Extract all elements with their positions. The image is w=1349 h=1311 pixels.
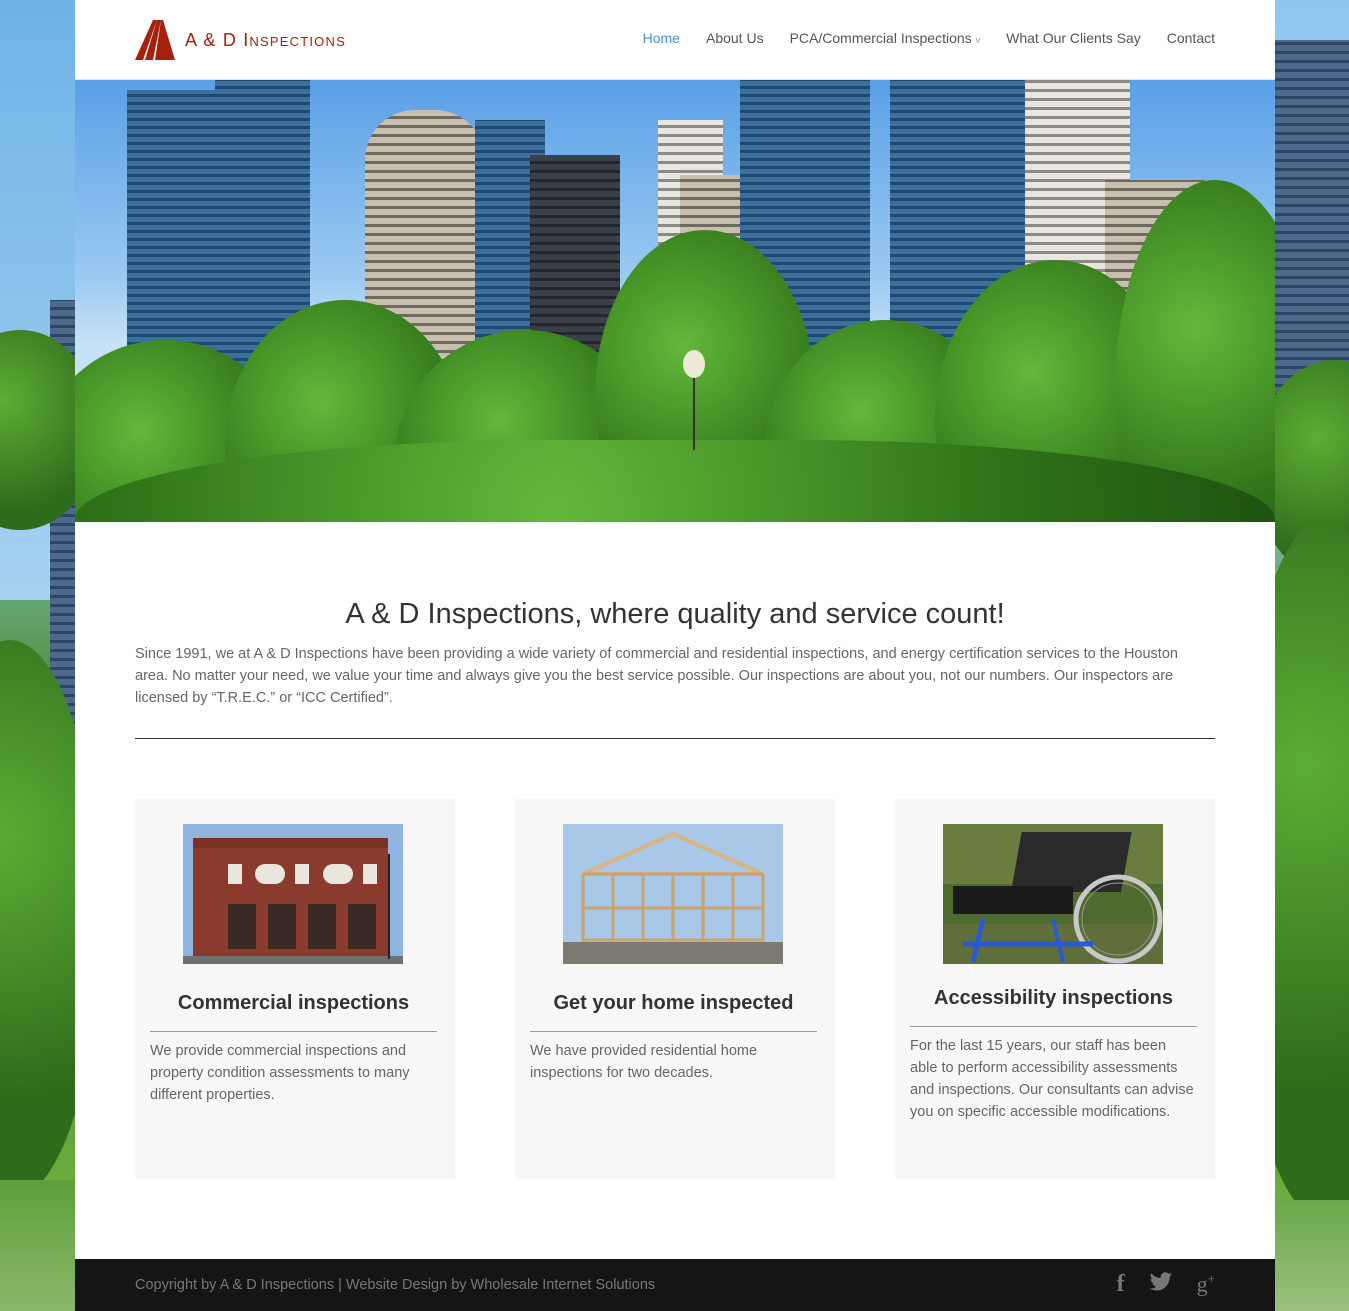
- site-header: A & D Inspections Home About Us PCA/Comm…: [75, 0, 1275, 80]
- card-rule: [910, 1026, 1197, 1027]
- main-navigation: Home About Us PCA/Commercial Inspections…: [643, 30, 1215, 46]
- intro-paragraph: Since 1991, we at A & D Inspections have…: [135, 646, 1178, 706]
- logo-text: A & D Inspections: [185, 29, 346, 50]
- card-commercial-inspections: Commercial inspections We provide commer…: [135, 799, 455, 1179]
- nav-item-home[interactable]: Home: [643, 30, 680, 46]
- card-title: Commercial inspections: [177, 992, 410, 1014]
- page-title: A & D Inspections, where quality and ser…: [345, 598, 1005, 630]
- background-scenery-left: [0, 0, 75, 1311]
- nav-item-label: PCA/Commercial Inspections: [789, 30, 972, 46]
- house-framing-image[interactable]: [563, 824, 783, 964]
- card-text: We have provided residential home inspec…: [530, 1043, 758, 1081]
- twitter-icon[interactable]: [1149, 1271, 1173, 1298]
- logo-mark-icon: [135, 18, 175, 62]
- lamp-globe: [683, 350, 705, 378]
- nav-item-contact[interactable]: Contact: [1167, 30, 1215, 46]
- intro-section: A & D Inspections, where quality and ser…: [135, 598, 1215, 709]
- card-text: We provide commercial inspections and pr…: [150, 1043, 410, 1103]
- card-rule: [530, 1031, 817, 1032]
- nav-item-about-us[interactable]: About Us: [706, 30, 764, 46]
- google-plus-icon[interactable]: g+: [1197, 1271, 1215, 1297]
- footer-copyright: Copyright by A & D Inspections | Website…: [135, 1277, 656, 1293]
- card-accessibility-inspections: Accessibility inspections For the last 1…: [895, 799, 1215, 1179]
- card-text: For the last 15 years, our staff has bee…: [910, 1038, 1194, 1120]
- facebook-icon[interactable]: f: [1117, 1271, 1125, 1298]
- nav-item-pca-commercial-inspections[interactable]: PCA/Commercial Inspections v: [790, 30, 981, 46]
- card-title: Accessibility inspections: [934, 987, 1173, 1009]
- hero-image-city-trees: [75, 80, 1275, 522]
- wheelchair-image[interactable]: [943, 824, 1163, 964]
- background-scenery-right: [1274, 0, 1349, 1311]
- nav-item-what-our-clients-say[interactable]: What Our Clients Say: [1006, 30, 1141, 46]
- card-home-inspection: Get your home inspected We have provided…: [515, 799, 835, 1179]
- site-logo[interactable]: A & D Inspections: [135, 18, 346, 62]
- card-rule: [150, 1031, 437, 1032]
- brick-building-image[interactable]: [183, 824, 403, 964]
- card-title: Get your home inspected: [553, 992, 794, 1014]
- page-container: A & D Inspections Home About Us PCA/Comm…: [75, 0, 1275, 1311]
- chevron-down-icon: v: [975, 35, 981, 45]
- section-divider: [135, 738, 1215, 739]
- social-links: f g+: [1117, 1271, 1215, 1298]
- site-footer: Copyright by A & D Inspections | Website…: [75, 1259, 1275, 1311]
